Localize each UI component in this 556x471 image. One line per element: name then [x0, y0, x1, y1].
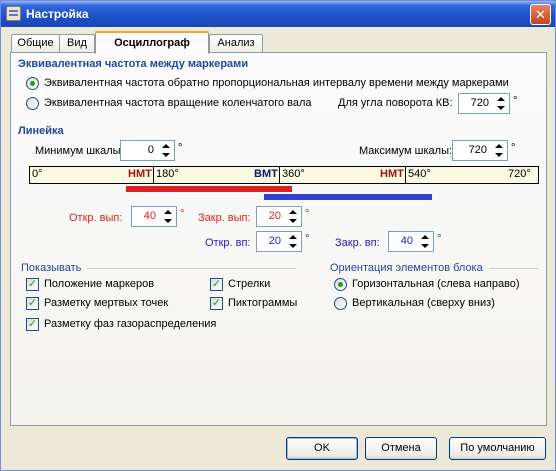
ruler-tick-label: 540°: [408, 168, 431, 180]
angle-spinner[interactable]: 720: [458, 93, 510, 114]
valve-phases-label: Разметку фаз газораспределения: [44, 318, 217, 330]
equiv-option1-label: Эквивалентная частота обратно пропорцион…: [44, 77, 509, 89]
orientation-section-title: Ориентация элементов блока: [330, 262, 483, 274]
angle-label: Для угла поворота КВ:: [338, 97, 453, 109]
arrows-label: Стрелки: [228, 278, 271, 290]
valve-phases-checkbox[interactable]: ✓: [26, 318, 39, 331]
tab-view[interactable]: Вид: [59, 34, 95, 53]
ruler-section-title: Линейка: [18, 125, 64, 137]
scale-min-label: Минимум шкалы:: [35, 145, 124, 157]
spinner-arrows-icon[interactable]: [418, 233, 432, 250]
angle-deg: °: [513, 95, 518, 107]
open-intake-deg: °: [305, 233, 310, 245]
cancel-button[interactable]: Отмена: [365, 437, 437, 460]
close-button[interactable]: ✕: [530, 4, 551, 25]
close-exhaust-deg: °: [305, 208, 310, 220]
scale-min-spinner[interactable]: 0: [120, 140, 175, 161]
close-intake-value: 40: [400, 235, 413, 247]
scale-min-value: 0: [147, 144, 154, 156]
exhaust-phase-bar: [126, 186, 292, 192]
close-intake-label: Закр. вп:: [335, 237, 380, 249]
ruler-tick-label: 180°: [156, 168, 179, 180]
window-title: Настройка: [26, 7, 89, 21]
equiv-option2-label: Эквивалентная частота вращение коленчато…: [44, 97, 312, 109]
equiv-option2-radio[interactable]: [26, 97, 39, 110]
close-intake-spinner[interactable]: 40: [388, 231, 434, 252]
spinner-arrows-icon[interactable]: [494, 95, 508, 112]
horizontal-radio[interactable]: [334, 278, 347, 291]
divider: [87, 268, 296, 269]
settings-dialog: Настройка ✕ Общие Вид Осциллограф Анализ…: [0, 0, 556, 471]
open-intake-value: 20: [268, 235, 281, 247]
markers-pos-label: Положение маркеров: [44, 278, 155, 290]
open-exhaust-deg: °: [180, 208, 185, 220]
scale-max-deg: °: [511, 142, 516, 154]
oscilloscope-panel: Эквивалентная частота между маркерами Эк…: [10, 52, 547, 426]
ruler-marker-bdc: НМТ: [128, 168, 152, 180]
divider: [489, 268, 539, 269]
equiv-option1-radio[interactable]: [26, 77, 39, 90]
title-bar: Настройка ✕: [1, 1, 555, 27]
tab-general[interactable]: Общие: [11, 34, 60, 53]
scale-max-spinner[interactable]: 720: [452, 140, 508, 161]
close-intake-deg: °: [437, 233, 442, 245]
vertical-radio[interactable]: [334, 297, 347, 310]
scale-max-label: Максимум шкалы:: [359, 145, 453, 157]
ruler-tick-label: 720°: [508, 168, 531, 180]
scale-max-value: 720: [468, 144, 487, 156]
spinner-arrows-icon[interactable]: [286, 233, 300, 250]
open-intake-label: Откр. вп:: [205, 237, 251, 249]
open-exhaust-label: Откр. вып:: [69, 212, 123, 224]
angle-value: 720: [470, 97, 489, 109]
pictograms-checkbox[interactable]: ✓: [210, 297, 223, 310]
horizontal-label: Горизонтальная (слева направо): [352, 278, 520, 290]
spinner-arrows-icon[interactable]: [286, 208, 300, 225]
spinner-arrows-icon[interactable]: [159, 142, 173, 159]
ruler-marker-bdc: НМТ: [380, 168, 404, 180]
dead-points-checkbox[interactable]: ✓: [26, 297, 39, 310]
show-section-title: Показывать: [21, 262, 82, 274]
pictograms-label: Пиктограммы: [228, 297, 298, 309]
dead-points-label: Разметку мертвых точек: [44, 297, 169, 309]
spinner-arrows-icon[interactable]: [492, 142, 506, 159]
tab-oscilloscope[interactable]: Осциллограф: [95, 31, 209, 54]
ok-button[interactable]: OK: [286, 437, 358, 460]
app-icon: [6, 6, 21, 21]
open-intake-spinner[interactable]: 20: [256, 231, 302, 252]
ruler-marker-tdc: ВМТ: [254, 168, 278, 180]
tab-analysis[interactable]: Анализ: [209, 34, 263, 53]
open-exhaust-value: 40: [143, 210, 156, 222]
spinner-arrows-icon[interactable]: [161, 208, 175, 225]
equiv-section-title: Эквивалентная частота между маркерами: [18, 58, 249, 70]
close-exhaust-spinner[interactable]: 20: [256, 206, 302, 227]
ruler-divider: [153, 167, 154, 183]
open-exhaust-spinner[interactable]: 40: [131, 206, 177, 227]
arrows-checkbox[interactable]: ✓: [210, 278, 223, 291]
ruler-tick-label: 360°: [282, 168, 305, 180]
markers-pos-checkbox[interactable]: ✓: [26, 278, 39, 291]
default-button[interactable]: По умолчанию: [449, 437, 546, 460]
ruler-divider: [405, 167, 406, 183]
scale-min-deg: °: [178, 142, 183, 154]
intake-phase-bar: [264, 194, 432, 200]
ruler-divider: [279, 167, 280, 183]
close-exhaust-value: 20: [268, 210, 281, 222]
close-exhaust-label: Закр. вып:: [198, 212, 251, 224]
ruler-tick-label: 0°: [32, 168, 43, 180]
vertical-label: Вертикальная (сверху вниз): [352, 297, 495, 309]
crank-angle-ruler: 0° НМТ 180° ВМТ 360° НМТ 540° 720°: [29, 166, 539, 184]
